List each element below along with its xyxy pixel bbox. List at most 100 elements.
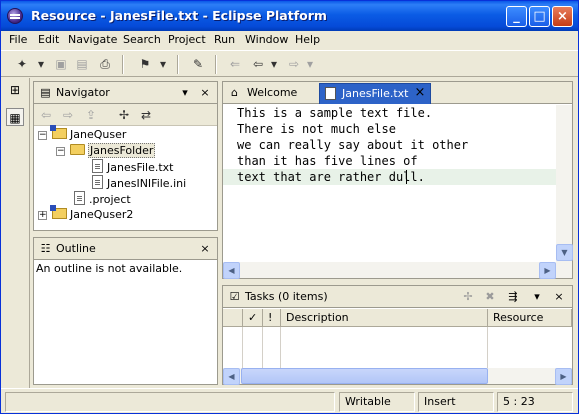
column-header-priority[interactable]: ! (263, 309, 281, 327)
tree-item-label: JaneQuser (70, 128, 127, 141)
close-tasks-icon[interactable]: × (552, 289, 566, 304)
welcome-icon: ⌂ (231, 86, 238, 99)
new-wizard-icon[interactable]: ✦ (14, 56, 30, 72)
close-button[interactable]: × (552, 6, 573, 27)
toolbar-separator (177, 55, 179, 74)
editor-tab-bar: ⌂ Welcome JanesFile.txt × (223, 82, 572, 104)
print-icon[interactable]: ⎙ (97, 56, 113, 72)
close-navigator-icon[interactable]: × (198, 85, 212, 100)
scroll-left-icon[interactable]: ◀ (223, 368, 240, 385)
menu-file[interactable]: File (9, 33, 27, 46)
editor-area: ⌂ Welcome JanesFile.txt × This is a samp… (222, 81, 573, 279)
outline-message: An outline is not available. (36, 262, 183, 275)
collapse-toggle-icon[interactable]: − (56, 147, 65, 156)
tasks-icon: ☑ (229, 290, 240, 303)
save-icon[interactable]: ▣ (53, 56, 69, 72)
run-icon[interactable]: ⚑ (137, 56, 153, 72)
forward-icon[interactable]: ⇨ (60, 107, 76, 123)
tree-item-file[interactable]: JanesFile.txt (92, 159, 174, 175)
tree-item-label: JanesINIFile.ini (107, 177, 187, 190)
text-file-icon (92, 159, 103, 173)
outline-title: Outline (56, 242, 96, 255)
perspective-bar: ⊞ ▦ (1, 78, 30, 388)
column-header-resource[interactable]: Resource (488, 309, 572, 327)
run-dropdown-chevron-icon[interactable]: ▾ (158, 56, 168, 72)
collapse-all-icon[interactable]: ✢ (116, 107, 132, 123)
close-outline-icon[interactable]: × (198, 241, 212, 256)
back-icon[interactable]: ⇦ (38, 107, 54, 123)
scroll-down-icon[interactable]: ▼ (556, 244, 573, 261)
text-editor[interactable]: This is a sample text file. There is not… (223, 105, 556, 262)
menu-help[interactable]: Help (295, 33, 320, 46)
filter-icon[interactable]: ⇶ (506, 289, 520, 304)
column-header-description[interactable]: Description (281, 309, 488, 327)
tree-item-file[interactable]: JanesINIFile.ini (92, 175, 186, 191)
link-with-editor-icon[interactable]: ⇄ (138, 107, 154, 123)
add-task-icon[interactable]: ✢ (461, 289, 475, 304)
navigator-tree: − JaneQuser − JanesFolder JanesFile.txt … (34, 125, 217, 230)
tree-item-file[interactable]: .project (74, 191, 131, 207)
menu-search[interactable]: Search (123, 33, 161, 46)
tree-item-folder[interactable]: JanesFolder (70, 143, 156, 159)
view-menu-icon[interactable]: ▾ (530, 289, 544, 304)
editor-line: There is not much else (237, 122, 396, 136)
scroll-right-icon[interactable]: ▶ (555, 368, 572, 385)
save-all-icon[interactable]: ▤ (74, 56, 90, 72)
scroll-left-icon[interactable]: ◀ (223, 262, 240, 279)
editor-line: This is a sample text file. (237, 106, 433, 120)
tree-item-project[interactable]: JaneQuser (50, 125, 127, 143)
menu-navigate[interactable]: Navigate (68, 33, 117, 46)
horizontal-scrollbar[interactable] (223, 262, 572, 278)
forward-dropdown-chevron-icon[interactable]: ▾ (305, 56, 315, 72)
eclipse-window: Resource - JanesFile.txt - Eclipse Platf… (0, 0, 579, 414)
tree-item-project[interactable]: JaneQuser2 (50, 205, 134, 223)
new-dropdown-chevron-icon[interactable]: ▾ (36, 56, 46, 72)
expand-toggle-icon[interactable]: + (38, 211, 47, 220)
grid-line (280, 327, 281, 368)
view-menu-icon[interactable]: ▾ (178, 85, 192, 100)
up-icon[interactable]: ⇪ (83, 107, 99, 123)
menu-window[interactable]: Window (245, 33, 288, 46)
open-perspective-icon[interactable]: ⊞ (6, 81, 24, 99)
status-cursor-position: 5 : 23 (497, 392, 573, 412)
tree-item-label: JaneQuser2 (70, 208, 134, 221)
vertical-scrollbar[interactable] (556, 105, 572, 262)
tasks-view: ☑ Tasks (0 items) ✢ ✖ ⇶ ▾ × ✓ ! Descript… (222, 285, 573, 385)
menu-run[interactable]: Run (214, 33, 235, 46)
main-toolbar: ✦ ▾ ▣ ▤ ⎙ ⚑ ▾ ✎ ⇐ ⇦ ▾ ⇨ ▾ (1, 50, 578, 77)
editor-line: text that are rather dull. (237, 170, 425, 184)
tasks-header: ☑ Tasks (0 items) ✢ ✖ ⇶ ▾ × (223, 286, 572, 308)
status-bar: Writable Insert 5 : 23 (1, 388, 578, 413)
scroll-right-icon[interactable]: ▶ (539, 262, 556, 279)
tab-welcome[interactable]: ⌂ Welcome (225, 83, 311, 104)
close-tab-icon[interactable]: × (413, 86, 427, 100)
delete-task-icon[interactable]: ✖ (483, 289, 497, 304)
tasks-title: Tasks (0 items) (245, 290, 328, 303)
window-title: Resource - JanesFile.txt - Eclipse Platf… (31, 8, 327, 23)
grid-line (262, 327, 263, 368)
minimize-button[interactable]: _ (506, 6, 527, 27)
collapse-toggle-icon[interactable]: − (38, 131, 47, 140)
project-icon (50, 125, 67, 139)
outline-icon: ☷ (40, 242, 51, 255)
text-file-icon (74, 191, 85, 205)
resource-perspective-icon[interactable]: ▦ (6, 108, 24, 126)
title-bar[interactable]: Resource - JanesFile.txt - Eclipse Platf… (1, 1, 578, 31)
status-insert-mode: Insert (418, 392, 494, 412)
forward-icon[interactable]: ⇨ (286, 56, 302, 72)
menu-edit[interactable]: Edit (38, 33, 59, 46)
outline-view: ☷ Outline × An outline is not available. (33, 237, 218, 385)
menu-project[interactable]: Project (168, 33, 206, 46)
pin-icon[interactable]: ✎ (190, 56, 206, 72)
column-header-completed[interactable]: ✓ (243, 309, 263, 327)
editor-line: we can really say about it other (237, 138, 469, 152)
maximize-button[interactable]: □ (529, 6, 550, 27)
back-icon[interactable]: ⇦ (250, 56, 266, 72)
back-dropdown-chevron-icon[interactable]: ▾ (269, 56, 279, 72)
navigator-title: Navigator (56, 86, 110, 99)
last-edit-location-icon[interactable]: ⇐ (227, 56, 243, 72)
scroll-thumb[interactable] (241, 368, 488, 384)
tab-label: Welcome (247, 86, 298, 99)
column-header-type[interactable] (223, 309, 243, 327)
tab-label: JanesFile.txt (342, 87, 409, 100)
